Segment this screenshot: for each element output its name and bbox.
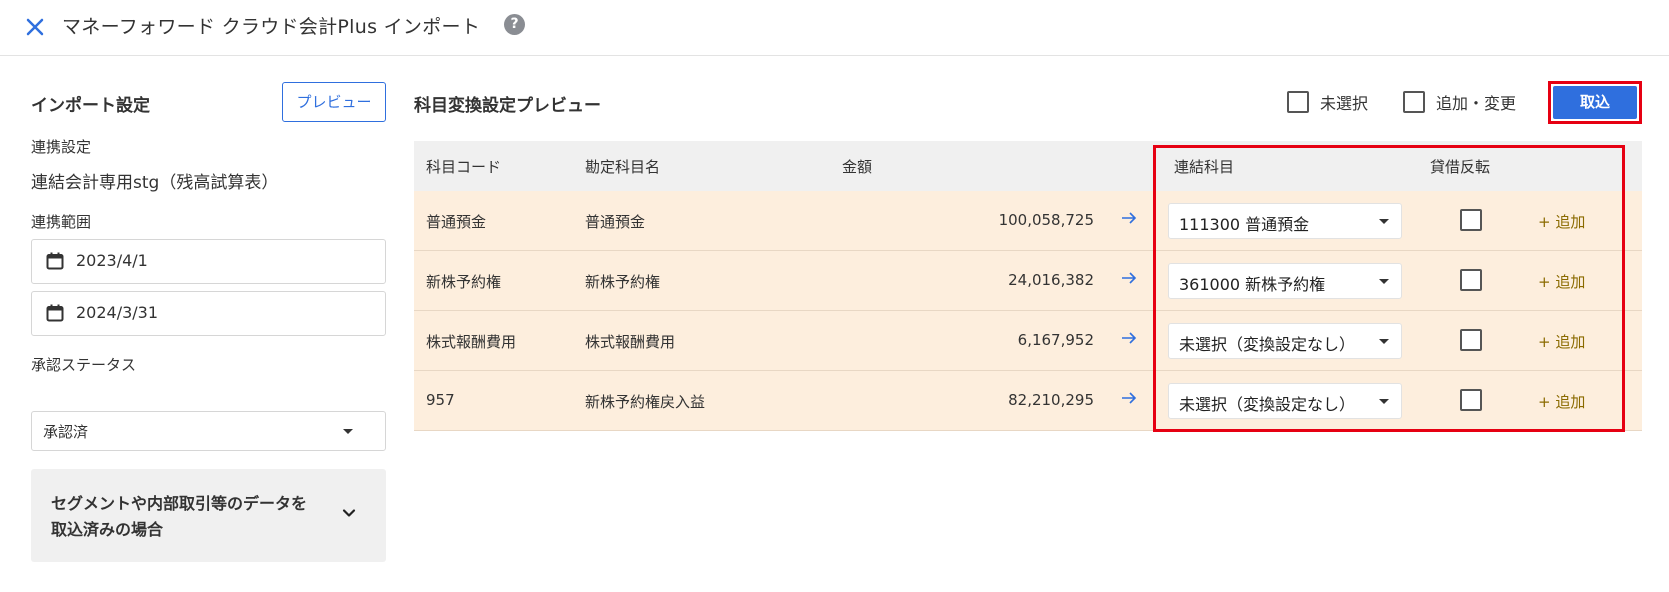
linked-account-value: 111300 普通預金 [1179,215,1310,234]
reverse-checkbox[interactable] [1460,209,1482,231]
import-button[interactable]: 取込 [1553,86,1637,119]
row-code: 新株予約権 [426,273,502,291]
header-linked: 連結科目 [1174,158,1235,176]
caret-down-icon [1379,399,1389,404]
row-name: 新株予約権戻入益 [585,393,706,411]
arrow-right-icon [1122,392,1137,404]
reverse-checkbox[interactable] [1460,389,1482,411]
header-reverse: 貸借反転 [1430,158,1491,176]
filter-unselected-label: 未選択 [1320,94,1369,113]
arrow-right-icon [1122,332,1137,344]
caret-down-icon [1379,279,1389,284]
filter-added-label: 追加・変更 [1436,94,1517,113]
segment-accordion-label: セグメントや内部取引等のデータを取込済みの場合 [51,494,308,539]
add-link[interactable]: + 追加 [1538,271,1585,292]
linked-account-select[interactable]: 361000 新株予約権 [1168,263,1402,299]
row-amount: 100,058,725 [998,211,1094,229]
approval-status-label: 承認ステータス [31,356,137,374]
table-row: 新株予約権 新株予約権 24,016,382 361000 新株予約権 + 追加 [414,251,1642,311]
filter-added-checkbox[interactable] [1403,91,1425,113]
link-setting-value: 連結会計専用stg（残高試算表） [31,173,279,193]
add-link[interactable]: + 追加 [1538,331,1585,352]
top-bar: マネーフォワード クラウド会計Plus インポート ? [0,0,1669,56]
approval-status-value: 承認済 [43,423,89,441]
link-setting-label: 連携設定 [31,138,92,156]
row-name: 新株予約権 [585,273,661,291]
page-title: マネーフォワード クラウド会計Plus インポート [62,16,481,38]
row-name: 普通預金 [585,213,646,231]
linked-account-value: 未選択（変換設定なし） [1179,335,1356,354]
segment-accordion[interactable]: セグメントや内部取引等のデータを取込済みの場合 [31,469,386,562]
linked-account-select[interactable]: 111300 普通預金 [1168,203,1402,239]
chevron-down-icon [342,509,356,517]
filter-added[interactable]: 追加・変更 [1403,90,1516,114]
header-code: 科目コード [426,158,502,176]
row-amount: 6,167,952 [1017,331,1094,349]
table-row: 957 新株予約権戻入益 82,210,295 未選択（変換設定なし） + 追加 [414,371,1642,431]
caret-down-icon [1379,339,1389,344]
calendar-icon [46,304,64,322]
mapping-preview-title: 科目変換設定プレビュー [414,96,601,116]
end-date-value: 2024/3/31 [76,303,159,322]
import-button-highlight: 取込 [1548,81,1642,124]
table-row: 普通預金 普通預金 100,058,725 111300 普通預金 + 追加 [414,191,1642,251]
help-icon[interactable]: ? [504,14,525,35]
row-code: 株式報酬費用 [426,333,517,351]
row-name: 株式報酬費用 [585,333,676,351]
start-date-field[interactable]: 2023/4/1 [31,239,386,284]
reverse-checkbox[interactable] [1460,329,1482,351]
filter-unselected-checkbox[interactable] [1287,91,1309,113]
start-date-value: 2023/4/1 [76,251,148,270]
header-name: 勘定科目名 [585,158,661,176]
end-date-field[interactable]: 2024/3/31 [31,291,386,336]
caret-down-icon [1379,219,1389,224]
arrow-right-icon [1122,272,1137,284]
row-amount: 24,016,382 [1008,271,1094,289]
linked-account-value: 未選択（変換設定なし） [1179,395,1356,414]
header-amount: 金額 [842,158,873,176]
linked-account-select[interactable]: 未選択（変換設定なし） [1168,323,1402,359]
close-icon[interactable] [22,14,48,40]
caret-down-icon [343,429,353,434]
table-row: 株式報酬費用 株式報酬費用 6,167,952 未選択（変換設定なし） + 追加 [414,311,1642,371]
range-label: 連携範囲 [31,213,92,231]
linked-account-value: 361000 新株予約権 [1179,275,1326,294]
add-link[interactable]: + 追加 [1538,391,1585,412]
arrow-right-icon [1122,212,1137,224]
add-link[interactable]: + 追加 [1538,211,1585,232]
approval-status-select[interactable]: 承認済 [31,411,386,451]
table-header: 科目コード 勘定科目名 金額 連結科目 貸借反転 [414,141,1642,191]
filter-unselected[interactable]: 未選択 [1287,90,1368,114]
import-settings-title: インポート設定 [31,96,150,116]
reverse-checkbox[interactable] [1460,269,1482,291]
row-amount: 82,210,295 [1008,391,1094,409]
preview-button[interactable]: プレビュー [282,82,386,122]
calendar-icon [46,252,64,270]
row-code: 普通預金 [426,213,487,231]
linked-account-select[interactable]: 未選択（変換設定なし） [1168,383,1402,419]
row-code: 957 [426,391,455,409]
